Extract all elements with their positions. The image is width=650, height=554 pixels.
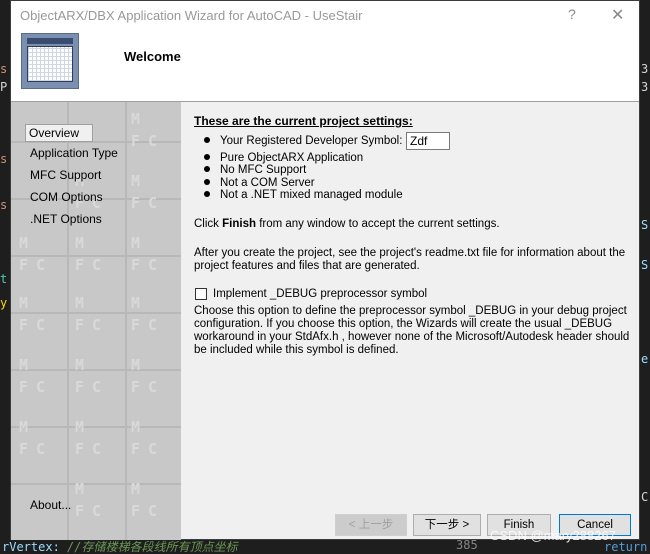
readme-note: After you create the project, see the pr… [194, 247, 626, 272]
mfc-watermark: M [75, 234, 93, 252]
mfc-watermark: FC [75, 378, 110, 396]
mfc-watermark: M [19, 234, 37, 252]
mfc-watermark: FC [131, 132, 166, 150]
bullet-developer-symbol: Your Registered Developer Symbol: [204, 135, 402, 147]
mfc-watermark: M [131, 294, 149, 312]
mfc-watermark: M [75, 356, 93, 374]
mfc-watermark: FC [19, 256, 54, 274]
mfc-watermark: M [19, 418, 37, 436]
csdn-watermark: CSDN @mary288267 [490, 528, 616, 543]
nav-panel: M FC M FC M FC M FC M FC M FC M FC M FC … [11, 102, 181, 540]
list-item: Not a .NET mixed managed module [204, 189, 403, 201]
mfc-watermark: FC [75, 256, 110, 274]
wizard-header: Welcome [11, 31, 639, 102]
wizard-window-icon [21, 33, 79, 89]
mfc-watermark: FC [131, 440, 166, 458]
code-identifier: rVertex: [2, 540, 60, 554]
mfc-watermark: M [75, 480, 93, 498]
code-fragment: 3 [641, 80, 649, 94]
mfc-watermark: M [131, 234, 149, 252]
mfc-watermark: FC [131, 194, 166, 212]
mfc-watermark: M [75, 294, 93, 312]
nav-item-mfc-support[interactable]: MFC Support [27, 167, 104, 183]
code-fragment: s [0, 62, 8, 76]
code-fragment: e [641, 352, 649, 366]
line-number: 385 [456, 540, 478, 552]
code-fragment: y [0, 296, 8, 310]
mfc-watermark: FC [131, 378, 166, 396]
mfc-watermark: M [131, 110, 149, 128]
list-item: Not a COM Server [204, 177, 315, 189]
mfc-watermark: FC [75, 316, 110, 334]
code-fragment: P [0, 80, 8, 94]
close-icon[interactable]: ✕ [611, 5, 624, 25]
next-button[interactable]: 下一步 > [413, 514, 481, 536]
mfc-watermark: FC [75, 440, 110, 458]
code-comment: //存储楼梯各段线所有顶点坐标 [67, 540, 238, 554]
debug-checkbox[interactable] [195, 288, 207, 300]
code-fragment: S [641, 218, 649, 232]
debug-description: Choose this option to define the preproc… [194, 305, 630, 356]
list-item: Pure ObjectARX Application [204, 152, 363, 164]
mfc-watermark: M [131, 480, 149, 498]
mfc-watermark: M [75, 418, 93, 436]
title-bar[interactable]: ObjectARX/DBX Application Wizard for Aut… [11, 1, 639, 31]
code-fragment: C [641, 490, 649, 504]
mfc-watermark: M [131, 418, 149, 436]
mfc-watermark: FC [131, 256, 166, 274]
content-panel: These are the current project settings: … [182, 102, 639, 502]
developer-symbol-field[interactable]: Zdf [406, 132, 450, 150]
mfc-watermark: FC [19, 316, 54, 334]
nav-item-com-options[interactable]: COM Options [27, 189, 106, 205]
mfc-watermark: FC [75, 502, 110, 520]
nav-item-overview[interactable]: Overview [25, 124, 93, 142]
page-title: Welcome [124, 49, 181, 64]
code-fragment: s [0, 198, 8, 212]
mfc-watermark: FC [131, 502, 166, 520]
code-fragment: 3 [641, 62, 649, 76]
back-button[interactable]: < 上一步 [335, 514, 407, 536]
debug-checkbox-label[interactable]: Implement _DEBUG preprocessor symbol [213, 288, 427, 300]
finish-instruction: Click Finish from any window to accept t… [194, 218, 500, 230]
nav-item-application-type[interactable]: Application Type [27, 145, 121, 161]
mfc-watermark: FC [19, 440, 54, 458]
wizard-dialog: ObjectARX/DBX Application Wizard for Aut… [10, 0, 640, 540]
list-item: No MFC Support [204, 164, 306, 176]
mfc-watermark: FC [131, 316, 166, 334]
code-fragment: S [641, 258, 649, 272]
mfc-watermark: M [131, 172, 149, 190]
window-title: ObjectARX/DBX Application Wizard for Aut… [20, 8, 363, 23]
mfc-watermark: M [131, 356, 149, 374]
developer-symbol-label: Your Registered Developer Symbol: [220, 135, 403, 147]
code-fragment: s [0, 152, 8, 166]
about-link[interactable]: About... [30, 498, 71, 512]
mfc-watermark: M [19, 356, 37, 374]
mfc-watermark: FC [19, 378, 54, 396]
code-fragment: t [0, 272, 8, 286]
help-button[interactable]: ? [568, 6, 576, 22]
mfc-watermark: M [19, 294, 37, 312]
settings-title: These are the current project settings: [194, 114, 413, 128]
nav-item-net-options[interactable]: .NET Options [27, 211, 105, 227]
